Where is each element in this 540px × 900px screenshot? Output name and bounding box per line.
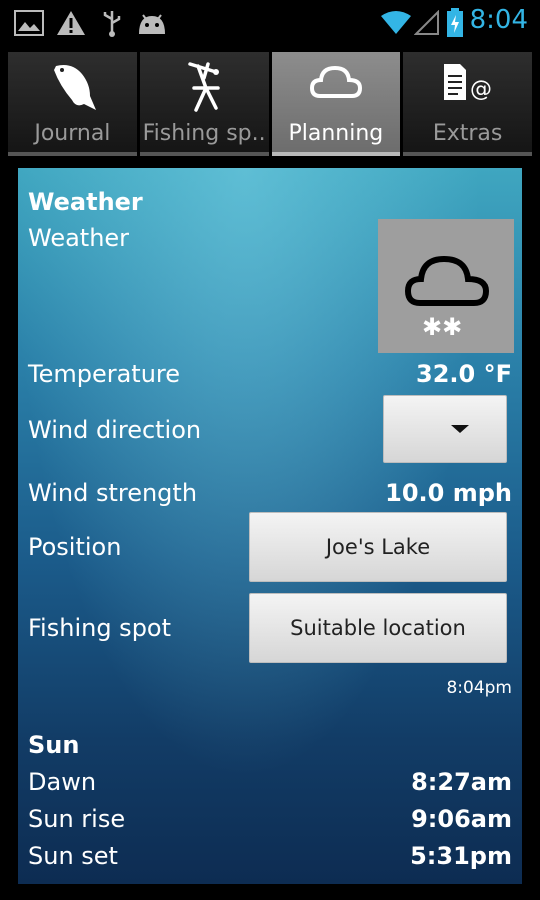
wind-strength-label: Wind strength — [28, 479, 198, 507]
tab-fishing-spots[interactable]: Fishing sp.. — [139, 52, 269, 156]
tab-extras[interactable]: @ Extras — [403, 52, 532, 156]
sunset-label: Sun set — [28, 842, 118, 870]
usb-icon — [100, 8, 124, 38]
tab-journal-label: Journal — [34, 121, 111, 146]
wifi-icon — [380, 8, 412, 38]
signal-icon — [414, 8, 440, 38]
sunrise-label: Sun rise — [28, 805, 126, 833]
temperature-label: Temperature — [28, 360, 181, 388]
document-at-icon: @ — [440, 60, 496, 108]
fishing-spot-label: Fishing spot — [28, 614, 172, 642]
cloud-icon — [308, 60, 364, 108]
dawn-value: 8:27am — [411, 768, 512, 796]
fishing-spot-icon — [182, 60, 226, 118]
sun-section-title: Sun — [28, 731, 80, 759]
weather-section-title: Weather — [28, 188, 143, 216]
fish-icon — [46, 60, 98, 118]
fishing-spot-button[interactable]: Suitable location — [249, 593, 507, 663]
weather-label: Weather — [28, 224, 130, 252]
tab-planning-label: Planning — [288, 121, 384, 146]
wind-direction-dropdown[interactable] — [383, 395, 507, 463]
tab-extras-label: Extras — [432, 121, 503, 146]
dropdown-arrow-icon — [451, 425, 469, 433]
sunset-value: 5:31pm — [410, 842, 512, 870]
wind-strength-value: 10.0 mph — [385, 479, 512, 507]
status-bar: 8:04 — [0, 0, 540, 48]
clock: 8:04 — [469, 5, 528, 35]
position-button[interactable]: Joe's Lake — [249, 512, 507, 582]
weather-timestamp: 8:04pm — [446, 678, 512, 698]
temperature-value: 32.0 °F — [416, 360, 512, 388]
wind-direction-label: Wind direction — [28, 416, 202, 444]
tab-planning[interactable]: Planning — [271, 52, 401, 156]
planning-panel: Weather Weather ✱✱ Temperature 32.0 °F W… — [18, 168, 522, 884]
tab-bar: Journal Fishing sp.. Planning @ Extras — [8, 52, 532, 156]
tab-journal[interactable]: Journal — [8, 52, 137, 156]
position-label: Position — [28, 533, 122, 561]
svg-text:✱✱: ✱✱ — [422, 313, 462, 341]
image-icon — [14, 8, 44, 38]
battery-icon — [446, 8, 464, 38]
svg-text:@: @ — [470, 77, 492, 102]
dawn-label: Dawn — [28, 768, 97, 796]
sunrise-value: 9:06am — [411, 805, 512, 833]
warning-icon — [56, 8, 86, 38]
tab-fishing-spots-label: Fishing sp.. — [142, 121, 266, 146]
weather-icon-button[interactable]: ✱✱ — [378, 219, 514, 353]
android-icon — [136, 8, 168, 38]
cloud-snow-icon: ✱✱ — [404, 255, 490, 341]
